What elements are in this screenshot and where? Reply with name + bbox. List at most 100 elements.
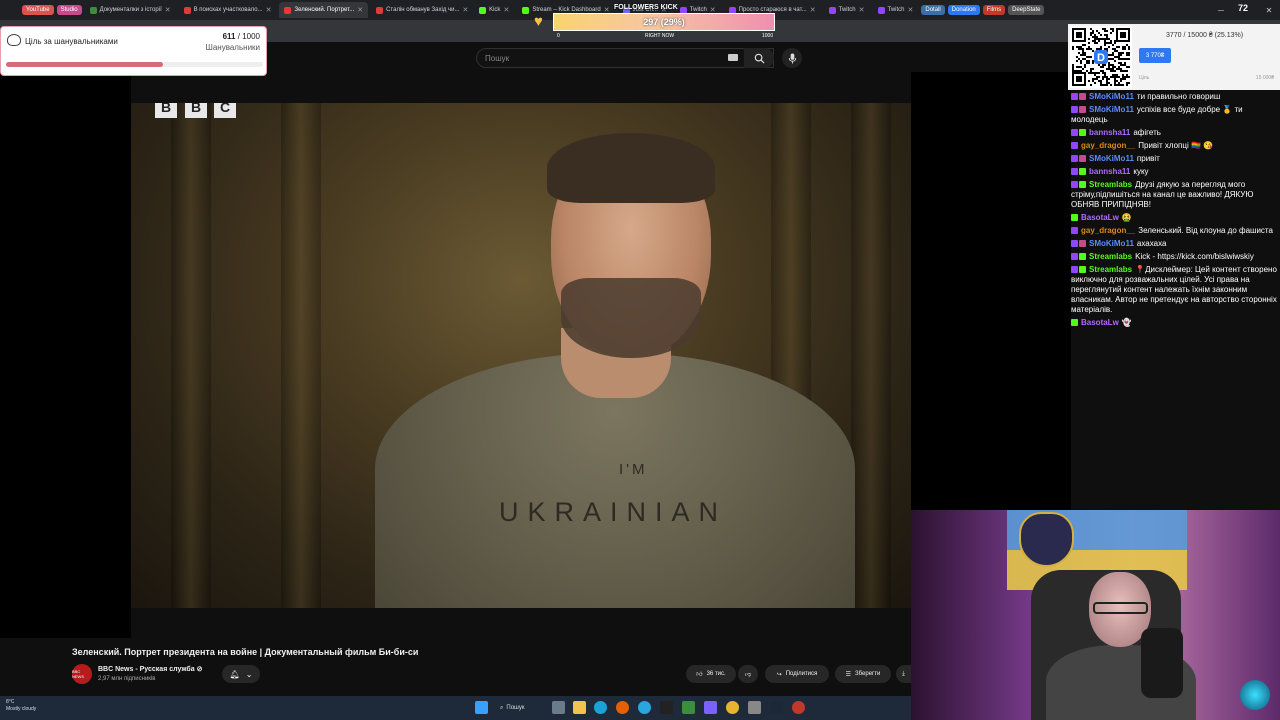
- browser-tab[interactable]: Зеленский. Портрет... ✕: [279, 2, 369, 18]
- firefox-icon[interactable]: [616, 701, 629, 714]
- heart-icon: ♥: [534, 13, 543, 30]
- chat-username[interactable]: gay_dragon__: [1081, 141, 1135, 150]
- chat-badge-icon: [1079, 129, 1086, 136]
- minimize-icon[interactable]: ─: [1210, 0, 1232, 20]
- chat-text: куку: [1133, 167, 1149, 176]
- close-tab-icon[interactable]: ✕: [810, 6, 816, 14]
- tab-favicon-icon: [376, 6, 384, 14]
- follower-goal-widget: Ціль за шанувальниками 611 / 1000 Шанува…: [0, 26, 267, 76]
- chat-badges: [1071, 105, 1087, 115]
- chat-message: BasotaLw 🤮: [1071, 213, 1280, 223]
- browser-tab[interactable]: Kick ✕: [474, 2, 514, 18]
- close-window-icon[interactable]: ✕: [1258, 0, 1280, 20]
- bookmark-pill[interactable]: Donation: [947, 5, 980, 15]
- donation-amount-button[interactable]: 3 770₴: [1139, 48, 1171, 63]
- download-button[interactable]: ⤓: [896, 665, 911, 683]
- bookmark-pill[interactable]: DeepState: [1008, 5, 1045, 15]
- tab-label: Twitch: [887, 7, 905, 13]
- telegram-icon[interactable]: [638, 701, 651, 714]
- channel-name[interactable]: BBC News - Русская служба ⊘: [98, 665, 202, 673]
- chat-badge-icon: [1071, 181, 1078, 188]
- chat-username[interactable]: Streamlabs: [1089, 265, 1132, 274]
- settings-icon[interactable]: [748, 701, 761, 714]
- tab-label: Сталін обманув Захід чи...: [386, 7, 460, 13]
- subscription-bell-button[interactable]: 🔔︎ ⌄: [222, 665, 260, 683]
- bookmark-pill[interactable]: Studio: [56, 5, 82, 15]
- chat-badges: [1071, 226, 1079, 236]
- chat-username[interactable]: BasotaLw: [1081, 213, 1119, 222]
- share-label: Поділитися: [785, 671, 818, 677]
- close-tab-icon[interactable]: ✕: [266, 6, 272, 14]
- donation-amount: 3770 / 15000 ₴ (25.13%): [1166, 32, 1244, 39]
- chat-username[interactable]: SMoKiMo11: [1089, 154, 1134, 163]
- save-button[interactable]: ☰ Зберегти: [835, 665, 891, 683]
- chat-username[interactable]: gay_dragon__: [1081, 226, 1135, 235]
- browser-tab[interactable]: Twitch ✕: [824, 2, 870, 18]
- close-tab-icon[interactable]: ✕: [357, 6, 363, 14]
- browser-tab[interactable]: В поисках участковало... ✕: [179, 2, 277, 18]
- voice-search-button[interactable]: [782, 48, 802, 68]
- trident-emblem: [1019, 512, 1074, 567]
- search-button[interactable]: [744, 48, 774, 68]
- task-view-icon[interactable]: [552, 701, 565, 714]
- followers-kick-value: 297 (29%): [643, 17, 685, 27]
- donation-goal-max: 15 000₴: [1255, 75, 1274, 81]
- close-tab-icon[interactable]: ✕: [859, 6, 865, 14]
- chrome-icon[interactable]: [726, 701, 739, 714]
- chat-badge-icon: [1079, 168, 1086, 175]
- taskbar-search-label: Пошук: [506, 705, 525, 711]
- chat-message: bannsha11 куку: [1071, 167, 1280, 177]
- share-button[interactable]: ↪ Поділитися: [765, 665, 829, 683]
- start-icon[interactable]: [475, 701, 488, 714]
- dislike-button[interactable]: 👎︎: [738, 665, 758, 683]
- app-icon[interactable]: [792, 701, 805, 714]
- chat-username[interactable]: SMoKiMo11: [1089, 105, 1134, 114]
- close-tab-icon[interactable]: ✕: [503, 6, 509, 14]
- app-icon[interactable]: [682, 701, 695, 714]
- keyboard-icon[interactable]: [728, 54, 738, 61]
- chat-username[interactable]: bannsha11: [1089, 167, 1130, 176]
- close-tab-icon[interactable]: ✕: [165, 6, 171, 14]
- subscriber-count: 2,97 млн підписників: [98, 676, 156, 682]
- bookmark-pill[interactable]: YouTube: [22, 5, 54, 15]
- chat-badges: [1071, 141, 1079, 151]
- file-explorer-icon[interactable]: [573, 701, 586, 714]
- weather-widget[interactable]: 8°C Mostly cloudy: [6, 699, 36, 713]
- steam-icon[interactable]: [770, 701, 783, 714]
- chat-badge-icon: [1071, 214, 1078, 221]
- chat-username[interactable]: Streamlabs: [1089, 180, 1132, 189]
- obs-icon[interactable]: [660, 701, 673, 714]
- browser-tab[interactable]: Документалки з історії ✕: [85, 2, 176, 18]
- tab-favicon-icon: [522, 6, 530, 14]
- chat-username[interactable]: SMoKiMo11: [1089, 239, 1134, 248]
- taskbar-search[interactable]: ⌕ Пошук: [500, 701, 524, 715]
- bookmark-pill[interactable]: Films: [982, 5, 1006, 15]
- chat-username[interactable]: BasotaLw: [1081, 318, 1119, 327]
- browser-tab[interactable]: Twitch ✕: [873, 2, 919, 18]
- weather-temp: 8°C: [6, 699, 15, 705]
- close-tab-icon[interactable]: ✕: [462, 6, 468, 14]
- bookmark-pill[interactable]: Dotall: [921, 5, 945, 15]
- channel-name-text[interactable]: BBC News - Русская служба: [98, 666, 195, 673]
- app-icon[interactable]: [704, 701, 717, 714]
- tab-favicon-icon: [828, 6, 836, 14]
- chat-username[interactable]: SMoKiMo11: [1089, 92, 1134, 101]
- edge-icon[interactable]: [594, 701, 607, 714]
- close-tab-icon[interactable]: ✕: [908, 6, 914, 14]
- like-button[interactable]: 👍︎ 36 тис.: [686, 665, 736, 683]
- chevron-down-icon: ⌄: [245, 669, 253, 679]
- page-background-right: [911, 72, 1071, 510]
- chat-message: gay_dragon__ Зеленський. Від клоуна до фа…: [1071, 226, 1280, 236]
- browser-tab[interactable]: Сталін обманув Захід чи... ✕: [371, 2, 471, 18]
- search-icon: ⌕: [500, 704, 504, 711]
- bell-icon: 🔔︎: [229, 669, 240, 679]
- video-player[interactable]: B B C I'M UKRAINIAN: [131, 103, 911, 608]
- chat-badge-icon: [1079, 253, 1086, 260]
- tab-label: В поисках участковало...: [193, 7, 263, 13]
- svg-text:D: D: [1097, 52, 1105, 64]
- chat-username[interactable]: bannsha11: [1089, 128, 1130, 137]
- chat-username[interactable]: Streamlabs: [1089, 252, 1132, 261]
- streamer-webcam: [911, 510, 1280, 720]
- channel-avatar[interactable]: BBC NEWS: [72, 664, 92, 684]
- search-icon: [754, 53, 765, 64]
